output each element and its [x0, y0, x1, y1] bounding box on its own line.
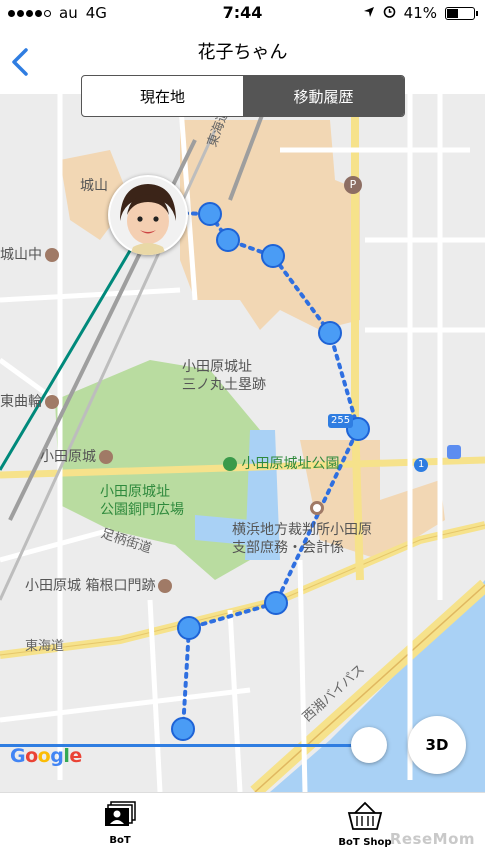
track-point[interactable] [171, 717, 195, 741]
track-point[interactable] [261, 244, 285, 268]
track-point[interactable] [177, 616, 201, 640]
view-mode-segmented-control[interactable]: 現在地 移動履歴 [81, 75, 405, 117]
label-higashi-kuruwa: 東曲輪 [0, 394, 59, 411]
map-view[interactable]: 城山 城山中 東曲輪 小田原城 小田原城址 三ノ丸土塁跡 小田原城址公園 小田原… [0, 94, 485, 792]
bottom-tab-bar: BoT BoT Shop [0, 792, 485, 863]
label-castle-park: 小田原城址公園 [220, 456, 339, 473]
track-point[interactable] [198, 202, 222, 226]
tab-bot-shop-label: BoT Shop [338, 837, 392, 848]
label-hakone-gate: 小田原城 箱根口門跡 [25, 578, 173, 595]
parking-icon: P [344, 176, 362, 194]
track-point[interactable] [264, 591, 288, 615]
label-tokaido: 東海道 [25, 639, 65, 654]
label-sannomaru: 小田原城址 三ノ丸土塁跡 [182, 359, 266, 393]
3d-view-button[interactable]: 3D [408, 716, 466, 774]
page-title: 花子ちゃん [197, 42, 288, 63]
battery-icon [445, 6, 478, 20]
child-photo [110, 177, 186, 255]
label-park-plaza: 小田原城址 公園銅門広場 [100, 484, 184, 518]
google-logo: Google [10, 745, 82, 767]
route-255-shield: 255 [328, 414, 354, 428]
label-court: 横浜地方裁判所小田原 支部庶務・会計係 [232, 522, 372, 556]
label-shiroyama-middle: 城山中 [0, 247, 59, 264]
fuel-station-icon [447, 445, 461, 459]
alarm-icon [383, 4, 396, 22]
map-canvas [0, 94, 485, 792]
watermark: ReseMom [389, 830, 475, 848]
court-pin-icon [310, 501, 324, 515]
battery-percent: 41% [403, 4, 437, 22]
child-avatar[interactable] [108, 175, 188, 255]
timeline-slider-thumb[interactable] [350, 727, 387, 763]
tab-bot-label: BoT [109, 835, 131, 846]
label-castle-top: 城山 [80, 178, 108, 194]
tab-movement-history[interactable]: 移動履歴 [243, 76, 404, 116]
tab-current-location[interactable]: 現在地 [82, 76, 243, 116]
status-bar: au 4G 7:44 41% [0, 0, 485, 26]
road-255 [351, 100, 364, 581]
shopping-basket-icon [347, 801, 383, 830]
track-point[interactable] [216, 228, 240, 252]
track-point[interactable] [318, 321, 342, 345]
photo-cards-icon [105, 801, 136, 826]
location-arrow-icon [363, 4, 375, 22]
tab-bot[interactable]: BoT [70, 801, 170, 846]
label-odawara-castle: 小田原城 [40, 449, 113, 466]
